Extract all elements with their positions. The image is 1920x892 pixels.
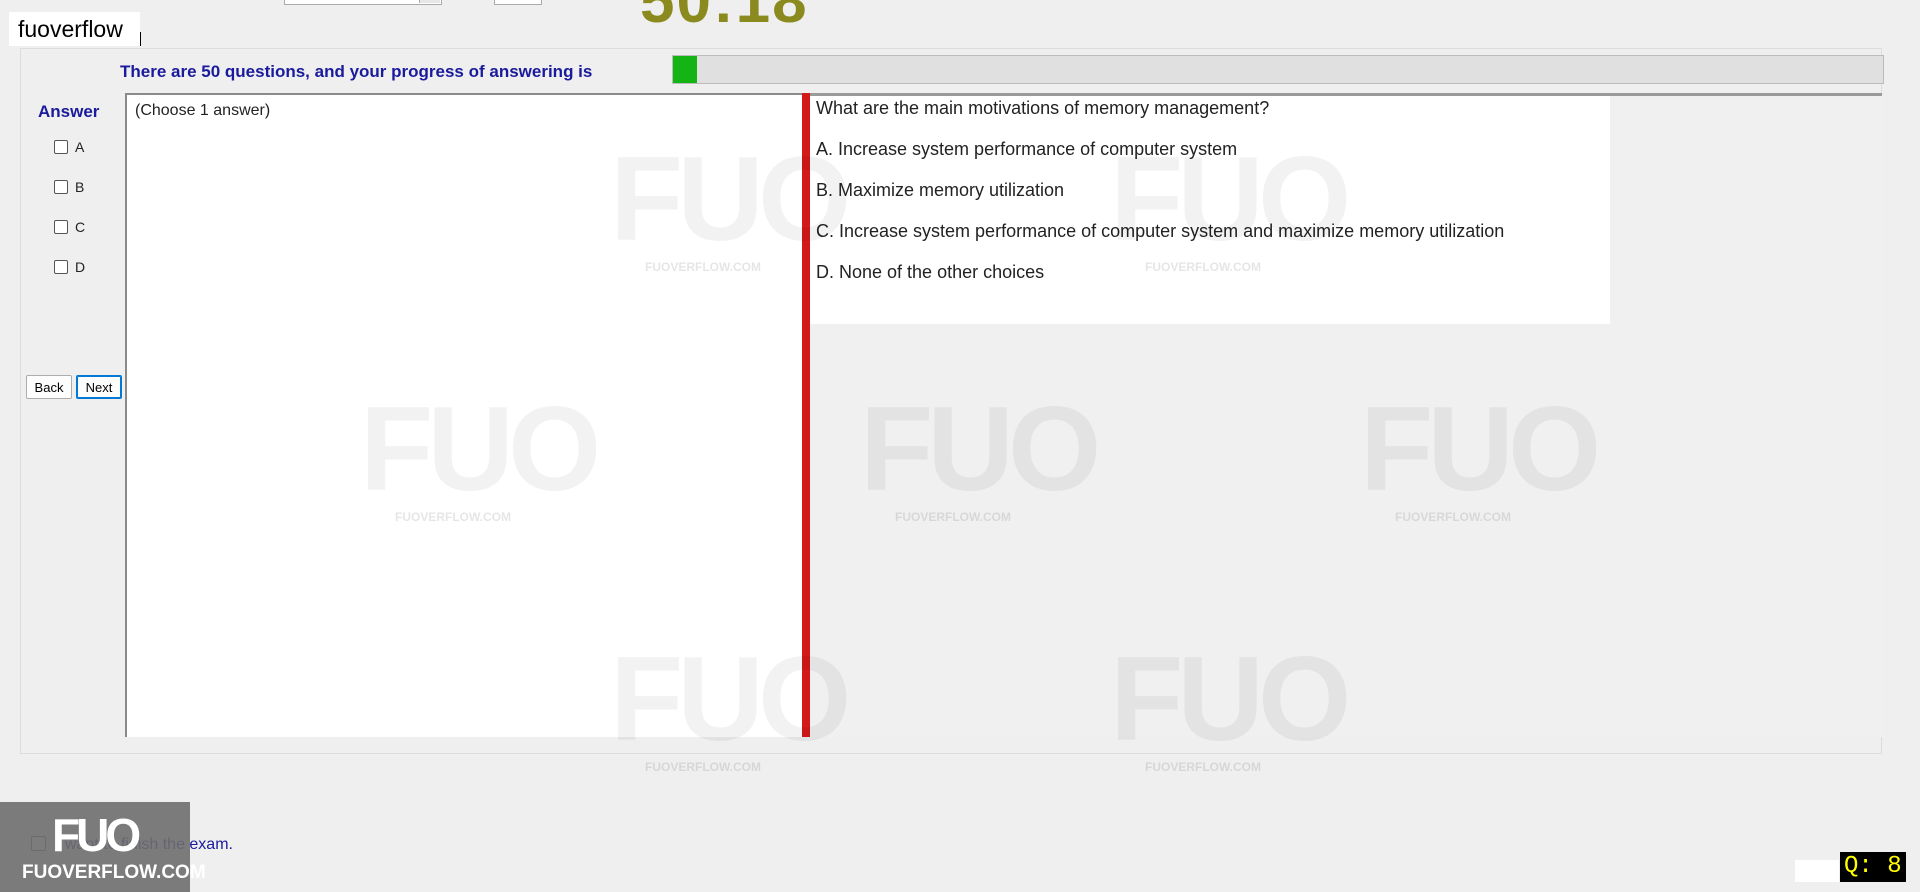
watermark-url: FUOVERFLOW.COM xyxy=(395,510,511,524)
progress-bar xyxy=(672,55,1884,84)
countdown-timer: 50:18 xyxy=(640,0,809,36)
text-caret xyxy=(140,32,141,46)
fuo-logo-mark: FUO xyxy=(52,809,141,861)
brand-tag: fuoverflow xyxy=(9,12,140,46)
watermark-logo: FUO xyxy=(1360,382,1601,516)
watermark-url: FUOVERFLOW.COM xyxy=(895,510,1011,524)
next-button[interactable]: Next xyxy=(76,375,122,399)
answer-option-label: C xyxy=(75,219,86,235)
answer-option-b[interactable]: B xyxy=(54,177,114,197)
checkbox-b[interactable] xyxy=(54,180,68,194)
question-counter: Q: 8 xyxy=(1840,852,1906,882)
watermark-logo: FUO xyxy=(360,382,601,516)
watermark-url: FUOVERFLOW.COM xyxy=(1145,260,1261,274)
watermark-logo: FUO xyxy=(610,632,851,766)
watermark-logo: FUO xyxy=(1110,132,1351,266)
question-number-field xyxy=(1795,860,1839,882)
back-button[interactable]: Back xyxy=(26,375,72,399)
answer-option-label: B xyxy=(75,179,85,195)
combobox-dropdown-button[interactable] xyxy=(419,0,440,3)
choice-b: B. Maximize memory utilization xyxy=(816,180,1065,200)
progress-label: There are 50 questions, and your progres… xyxy=(120,62,593,81)
choice-d: D. None of the other choices xyxy=(816,262,1045,282)
watermark-url: FUOVERFLOW.COM xyxy=(645,760,761,774)
watermark-logo: FUO xyxy=(860,382,1101,516)
watermark-url: FUOVERFLOW.COM xyxy=(645,260,761,274)
watermark-url: FUOVERFLOW.COM xyxy=(1145,760,1261,774)
answer-option-label: A xyxy=(75,139,85,155)
question-text: What are the main motivations of memory … xyxy=(816,98,1270,118)
checkbox-d[interactable] xyxy=(54,260,68,274)
checkbox-c[interactable] xyxy=(54,220,68,234)
choose-instruction: (Choose 1 answer) xyxy=(135,102,271,119)
checkbox-a[interactable] xyxy=(54,140,68,154)
font-size-spinner[interactable] xyxy=(494,0,542,5)
answer-title: Answer xyxy=(38,102,100,121)
answer-option-d[interactable]: D xyxy=(54,257,114,277)
answer-option-a[interactable]: A xyxy=(54,137,114,157)
progress-bar-fill xyxy=(673,56,697,83)
watermark-url: FUOVERFLOW.COM xyxy=(1395,510,1511,524)
answer-option-c[interactable]: C xyxy=(54,217,114,237)
fuo-logo-url: FUOVERFLOW.COM xyxy=(22,862,206,883)
answer-option-label: D xyxy=(75,259,86,275)
watermark-logo: FUO xyxy=(610,132,851,266)
watermark-logo: FUO xyxy=(1110,632,1351,766)
